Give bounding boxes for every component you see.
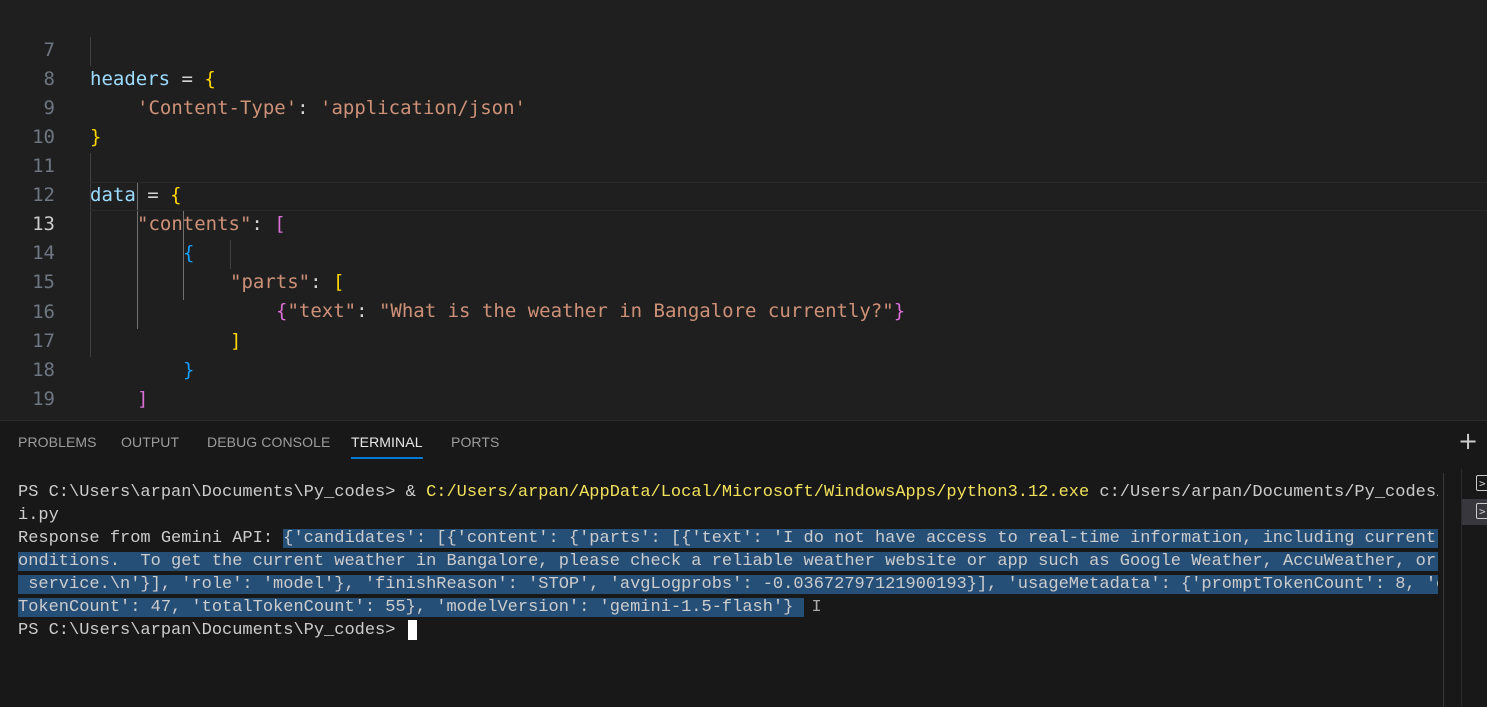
terminal-line: PS C:\Users\arpan\Documents\Py_codes> — [18, 619, 1438, 642]
code-line: 16 ] — [0, 269, 1487, 352]
tab-debug-console[interactable]: DEBUG CONSOLE — [207, 434, 330, 450]
terminal-icon: > — [1476, 475, 1487, 491]
terminal-line: PS C:\Users\arpan\Documents\Py_codes> & … — [18, 483, 1438, 502]
terminal-line: i.py — [18, 506, 59, 525]
code-line: 8 'Content-Type': 'application/json' — [0, 36, 1487, 119]
terminal-line: onditions. To get the current weather in… — [18, 550, 1438, 573]
tab-output[interactable]: OUTPUT — [121, 434, 179, 450]
panel-tabs: PROBLEMS OUTPUT DEBUG CONSOLE TERMINAL P… — [0, 421, 1487, 467]
selected-text: service.\n'}], 'role': 'model'}, 'finish… — [18, 575, 1438, 594]
code-line: 9 } — [0, 65, 1487, 148]
tab-terminal[interactable]: TERMINAL — [351, 434, 423, 459]
terminal-cursor — [407, 619, 417, 640]
code-line: 17 } — [0, 298, 1487, 381]
terminal-icon: > — [1476, 503, 1487, 519]
code-line: 15 {"text": "What is the weather in Bang… — [0, 239, 1487, 322]
code-line: 7 headers = { — [0, 7, 1487, 90]
terminal-list: > > — [1461, 469, 1487, 707]
code-editor[interactable]: 7 headers = { 8 'Content-Type': 'applica… — [0, 0, 1487, 439]
python-exe-path: C:/Users/arpan/AppData/Local/Microsoft/W… — [426, 483, 1090, 502]
bottom-panel: PROBLEMS OUTPUT DEBUG CONSOLE TERMINAL P… — [0, 420, 1487, 707]
code-line: 12 "contents": [ — [0, 152, 1487, 235]
selected-text: TokenCount': 47, 'totalTokenCount': 55},… — [18, 598, 804, 617]
text-cursor-icon: I — [811, 598, 822, 617]
plus-icon[interactable]: + — [1458, 429, 1478, 453]
terminal-line: TokenCount': 47, 'totalTokenCount': 55},… — [18, 596, 1438, 619]
terminal-instance[interactable]: > — [1462, 471, 1487, 497]
terminal-line: Response from Gemini API: {'candidates':… — [18, 527, 1438, 550]
code-line: 13 { — [0, 181, 1487, 264]
code-line: 10 — [0, 94, 1487, 148]
selected-text: onditions. To get the current weather in… — [18, 552, 1438, 571]
tab-ports[interactable]: PORTS — [451, 434, 499, 450]
terminal-instance[interactable]: > — [1462, 499, 1487, 525]
code-line: 19 } — [0, 356, 1487, 439]
code-line: 18 ] — [0, 327, 1487, 410]
terminal-scrollbar[interactable] — [1443, 473, 1444, 707]
tab-problems[interactable]: PROBLEMS — [18, 434, 97, 450]
code-line: 20 — [0, 385, 1487, 439]
terminal-line: service.\n'}], 'role': 'model'}, 'finish… — [18, 573, 1438, 596]
selected-text: {'candidates': [{'content': {'parts': [{… — [283, 529, 1438, 548]
code-line: 14 "parts": [ — [0, 210, 1487, 293]
code-line: 11 data = { — [0, 123, 1487, 206]
terminal-output[interactable]: PS C:\Users\arpan\Documents\Py_codes> & … — [18, 481, 1438, 642]
